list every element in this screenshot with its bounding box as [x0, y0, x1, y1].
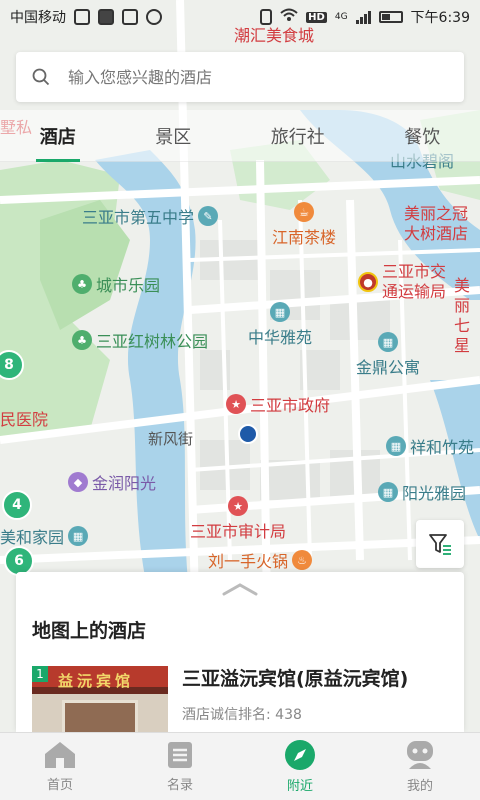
building-icon: ▦: [68, 526, 89, 546]
poi[interactable]: ▦ 阳光雅园: [378, 480, 466, 504]
government-icon: ●: [358, 272, 378, 292]
poi-label: 金润阳光: [92, 474, 157, 493]
park-icon: ♣: [72, 330, 92, 350]
school-icon: ✎: [198, 206, 219, 226]
poi[interactable]: ♣ 城市乐园: [72, 272, 160, 296]
poi[interactable]: 美丽之冠大树酒店: [404, 204, 480, 244]
nav-label: 名录: [166, 778, 193, 793]
nav-label: 附近: [286, 779, 313, 794]
filter-icon: [429, 534, 451, 555]
nav-home[interactable]: 首页: [0, 733, 120, 800]
building-icon: ▦: [378, 482, 398, 502]
poi-label: 美丽七星: [454, 276, 471, 355]
poi-label: 祥和竹苑: [410, 438, 475, 457]
poi-label: 民医院: [0, 410, 49, 429]
directory-icon: [168, 742, 192, 768]
poi-label: 三亚市交通运输局: [382, 262, 447, 301]
poi[interactable]: 美丽七星: [454, 276, 480, 356]
poi-label: 刘一手火锅: [208, 552, 289, 571]
nav-label: 首页: [46, 778, 73, 793]
poi-label: 江南茶楼: [272, 228, 337, 247]
poi-label: 中华雅苑: [248, 328, 313, 347]
building-icon: ▦: [270, 302, 290, 322]
hotel-ranking: 酒店诚信排名: 438: [182, 707, 302, 723]
poi-label: 城市乐园: [96, 276, 161, 295]
shopping-icon: ◆: [68, 472, 88, 492]
notification-icon: [98, 9, 114, 25]
teahouse-icon: ☕: [294, 202, 314, 222]
carrier-label: 中国移动: [10, 10, 66, 26]
poi-label: 三亚市第五中学: [82, 208, 195, 227]
building-icon: ▦: [386, 436, 406, 456]
bottom-nav: 首页 名录 附近 我的: [0, 732, 480, 800]
status-bar: 中国移动 HD 4G 下午6:39: [0, 0, 480, 34]
app-icon: [146, 9, 162, 25]
poi[interactable]: ▦ 祥和竹苑: [386, 434, 474, 458]
chevron-up-icon[interactable]: [222, 582, 258, 596]
hotel-list-sheet[interactable]: 地图上的酒店 益沅宾馆 1 三亚溢沅宾馆(原益沅宾馆) 酒店诚信排名: 438: [16, 572, 464, 732]
rank-badge: 1: [32, 666, 48, 682]
image-icon: [122, 9, 138, 25]
search-bar[interactable]: [16, 52, 464, 102]
poi[interactable]: ♣ 三亚红树林公园: [72, 328, 208, 352]
home-icon: [45, 742, 75, 768]
poi[interactable]: 三亚市第五中学 ✎: [82, 204, 219, 228]
nav-label: 我的: [406, 779, 433, 794]
list-item[interactable]: 益沅宾馆 1 三亚溢沅宾馆(原益沅宾馆) 酒店诚信排名: 438: [32, 664, 452, 732]
clock: 下午6:39: [410, 10, 470, 26]
vibrate-icon: [260, 9, 273, 25]
hotel-sign: 益沅宾馆: [58, 672, 135, 690]
search-icon: [32, 68, 50, 86]
nav-directory[interactable]: 名录: [120, 733, 240, 800]
poi[interactable]: ▦ 金鼎公寓: [356, 332, 420, 378]
tab-scenic[interactable]: 景区: [151, 110, 195, 162]
hd-badge: HD: [306, 11, 327, 23]
nav-nearby[interactable]: 附近: [240, 733, 360, 800]
search-input[interactable]: [68, 67, 428, 87]
poi-label: 三亚市政府: [250, 396, 331, 415]
poi[interactable]: ▦ 中华雅苑: [248, 302, 312, 348]
building-icon: ▦: [378, 332, 398, 352]
poi[interactable]: ◆ 金润阳光: [68, 470, 156, 494]
profile-icon: [407, 741, 433, 769]
battery-icon: [378, 11, 403, 23]
wifi-icon: [280, 8, 298, 26]
filter-button[interactable]: [416, 520, 464, 568]
category-tabs: 酒店 景区 旅行社 餐饮: [0, 110, 480, 162]
hotel-cluster[interactable]: 4: [2, 490, 32, 520]
current-location-icon: [238, 424, 258, 444]
hotel-photo: 益沅宾馆: [32, 666, 168, 732]
hotel-name: 三亚溢沅宾馆(原益沅宾馆): [182, 668, 409, 690]
poi[interactable]: ★ 三亚市政府: [226, 392, 330, 416]
sheet-title: 地图上的酒店: [32, 620, 147, 642]
road-label: 新风街: [148, 430, 194, 448]
compass-icon: [285, 740, 315, 770]
poi-label: 美丽之冠大树酒店: [404, 204, 469, 243]
poi[interactable]: ● 三亚市交通运输局: [358, 262, 448, 302]
poi[interactable]: ★ 三亚市审计局: [190, 496, 286, 542]
poi-label: 三亚红树林公园: [96, 332, 209, 351]
poi[interactable]: 刘一手火锅 ♨: [208, 548, 313, 572]
poi-label: 阳光雅园: [402, 484, 467, 503]
signal-icon: [355, 10, 371, 24]
tab-travel-agency[interactable]: 旅行社: [267, 110, 329, 162]
government-star-icon: ★: [228, 496, 248, 516]
tab-dining[interactable]: 餐饮: [400, 110, 444, 162]
poi[interactable]: 美和家园 ▦: [0, 524, 89, 548]
poi[interactable]: 民医院: [0, 406, 48, 430]
upload-icon: [74, 9, 90, 25]
tab-hotel[interactable]: 酒店: [35, 110, 80, 162]
network-type: 4G: [334, 12, 348, 22]
nav-profile[interactable]: 我的: [360, 733, 480, 800]
poi[interactable]: ☕ 江南茶楼: [272, 202, 336, 248]
park-icon: ♣: [72, 274, 92, 294]
poi-label: 三亚市审计局: [190, 522, 287, 541]
poi-label: 金鼎公寓: [356, 358, 421, 377]
government-star-icon: ★: [226, 394, 246, 414]
restaurant-icon: ♨: [292, 550, 313, 570]
poi-label: 美和家园: [0, 528, 65, 547]
